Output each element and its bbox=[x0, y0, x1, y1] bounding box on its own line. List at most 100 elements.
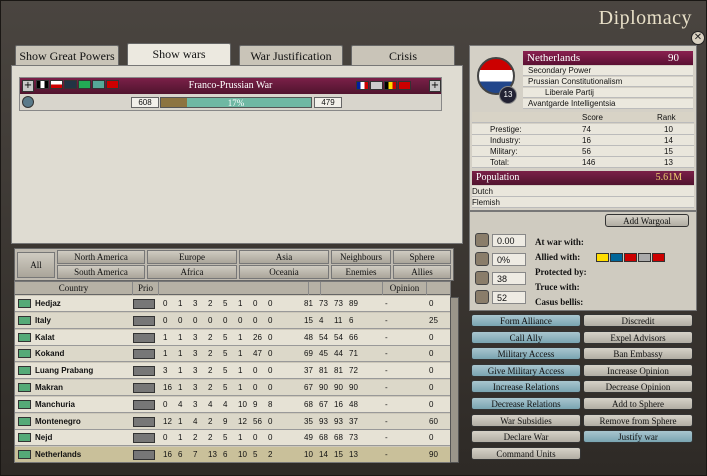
action-remove-from-sphere-button[interactable]: Remove from Sphere bbox=[583, 413, 693, 427]
col-flags bbox=[159, 282, 309, 295]
country-flag-icon bbox=[18, 366, 31, 376]
population-label: Population bbox=[476, 172, 520, 183]
table-cell: 1 bbox=[163, 332, 168, 342]
diplomacy-window: Diplomacy ✕ Show Great Powers Show wars … bbox=[0, 0, 707, 476]
action-decrease-opinion-button[interactable]: Decrease Opinion bbox=[583, 380, 693, 394]
filter-africa[interactable]: Africa bbox=[147, 265, 237, 279]
col-opinion[interactable]: Opinion bbox=[383, 282, 427, 295]
action-decrease-relations-button[interactable]: Decrease Relations bbox=[471, 397, 581, 410]
country-name-cell: Nejd bbox=[35, 433, 53, 443]
priority-indicator[interactable] bbox=[133, 383, 155, 393]
priority-indicator[interactable] bbox=[133, 299, 155, 309]
tab-show-wars[interactable]: Show wars bbox=[127, 43, 231, 67]
close-icon[interactable]: ✕ bbox=[691, 31, 705, 45]
defender-flags bbox=[356, 80, 412, 91]
indicator-icon bbox=[475, 271, 489, 285]
table-cell: 69 bbox=[304, 349, 313, 359]
filter-asia[interactable]: Asia bbox=[239, 250, 329, 264]
table-cell: 6 bbox=[349, 315, 354, 325]
table-cell: 5 bbox=[223, 433, 228, 443]
priority-indicator[interactable] bbox=[133, 332, 155, 343]
table-header: Country Prio Opinion bbox=[15, 282, 450, 295]
col-country[interactable]: Country bbox=[15, 282, 133, 295]
table-cell: 73 bbox=[319, 299, 328, 308]
table-scrollbar[interactable] bbox=[450, 297, 459, 463]
table-cell: 4 bbox=[319, 315, 324, 325]
action-discredit-button[interactable]: Discredit bbox=[583, 314, 693, 327]
relation-cell: 0 bbox=[429, 332, 434, 342]
table-row[interactable]: Hedjaz 0 1 3 2 5 1 0 0 81 73 73 89 - 0 bbox=[15, 296, 450, 312]
country-government: Prussian Constitutionalism bbox=[523, 77, 693, 87]
table-row[interactable]: Luang Prabang 3 1 3 2 5 1 0 0 37 81 81 72-0 bbox=[15, 363, 450, 380]
filter-oceania[interactable]: Oceania bbox=[239, 265, 329, 279]
filter-north-america[interactable]: North America bbox=[57, 250, 145, 264]
priority-indicator[interactable] bbox=[133, 315, 155, 326]
table-cell: 66 bbox=[349, 332, 358, 342]
add-attacker-icon[interactable]: + bbox=[22, 80, 34, 92]
action-expel-advisors-button[interactable]: Expel Advisors bbox=[583, 330, 693, 344]
filter-south-america[interactable]: South America bbox=[57, 265, 145, 279]
table-cell: 37 bbox=[304, 366, 313, 376]
priority-indicator[interactable] bbox=[133, 349, 155, 360]
action-declare-war-button[interactable]: Declare War bbox=[471, 430, 581, 444]
action-give-military-access-button[interactable]: Give Military Access bbox=[471, 363, 581, 377]
table-cell: 90 bbox=[319, 383, 328, 392]
col-prio[interactable]: Prio bbox=[133, 282, 159, 295]
tab-war-justification[interactable]: War Justification bbox=[239, 45, 343, 65]
war-entry[interactable]: Franco-Prussian War + + 608 17% 479 bbox=[19, 77, 442, 111]
table-cell: 67 bbox=[319, 399, 328, 409]
priority-indicator[interactable] bbox=[133, 433, 155, 444]
opinion-cell: - bbox=[385, 349, 388, 359]
filter-neighbours[interactable]: Neighbours bbox=[331, 250, 391, 264]
table-row[interactable]: Makran 16 1 3 2 5 1 0 0 67 90 90 90 - 0 bbox=[15, 380, 450, 396]
table-cell: 16 bbox=[163, 383, 172, 392]
table-cell: 3 bbox=[193, 366, 198, 376]
table-cell: 0 bbox=[178, 315, 183, 325]
action-justify-war-button[interactable]: Justify war bbox=[583, 430, 693, 444]
priority-indicator[interactable] bbox=[133, 399, 155, 410]
table-cell: 10 bbox=[238, 399, 247, 409]
table-row[interactable]: Manchuria 0 4 3 4 4 10 9 8 68 67 16 48-0 bbox=[15, 396, 450, 413]
action-command-units-button[interactable]: Command Units bbox=[471, 446, 581, 460]
table-row[interactable]: Montenegro 12 1 4 2 9 12 56 0 35 93 93 37 - 60 bbox=[15, 413, 450, 430]
table-cell: 90 bbox=[349, 383, 358, 392]
table-row[interactable]: Italy 0 0 0 0 0 0 0 0 15 4 11 6-25 bbox=[15, 312, 450, 329]
action-increase-opinion-button[interactable]: Increase Opinion bbox=[583, 363, 693, 377]
action-military-access-button[interactable]: Military Access bbox=[471, 347, 581, 361]
tab-crisis[interactable]: Crisis bbox=[351, 45, 455, 65]
table-cell: 93 bbox=[334, 416, 343, 426]
action-call-ally-button[interactable]: Call Ally bbox=[471, 330, 581, 344]
country-ideology: Avantgarde Intelligentsia bbox=[523, 99, 693, 109]
action-war-subsidies-button[interactable]: War Subsidies bbox=[471, 413, 581, 427]
table-cell: 4 bbox=[223, 399, 228, 409]
country-name-cell: Hedjaz bbox=[35, 299, 61, 308]
table-cell: 1 bbox=[178, 332, 183, 342]
table-row[interactable]: Kokand 1 1 3 2 5 1 47 0 69 45 44 71-0 bbox=[15, 346, 450, 363]
priority-indicator[interactable] bbox=[133, 366, 155, 377]
priority-indicator[interactable] bbox=[133, 450, 155, 461]
filter-sphere[interactable]: Sphere bbox=[393, 250, 451, 264]
add-defender-icon[interactable]: + bbox=[429, 80, 441, 92]
action-form-alliance-button[interactable]: Form Alliance bbox=[471, 314, 581, 327]
filter-europe[interactable]: Europe bbox=[147, 250, 237, 264]
table-cell: 3 bbox=[193, 299, 198, 308]
table-row[interactable]: Netherlands 16 6 7 13 6 10 5 2 10 14 15 13-90 bbox=[15, 447, 450, 462]
action-ban-embassy-button[interactable]: Ban Embassy bbox=[583, 347, 693, 361]
table-row[interactable]: Nejd 0 1 2 2 5 1 0 0 49 68 68 73-0 bbox=[15, 430, 450, 447]
action-increase-relations-button[interactable]: Increase Relations bbox=[471, 380, 581, 394]
action-add-to-sphere-button[interactable]: Add to Sphere bbox=[583, 397, 693, 410]
priority-indicator[interactable] bbox=[133, 416, 155, 427]
stat-row: Total: 146 13 bbox=[472, 157, 694, 168]
table-row[interactable]: Kalat 1 1 3 2 5 1 26 0 48 54 54 66-0 bbox=[15, 329, 450, 346]
filter-allies[interactable]: Allies bbox=[393, 265, 451, 279]
filter-all[interactable]: All bbox=[17, 252, 55, 278]
stat-rank: 10 bbox=[664, 125, 673, 134]
stat-score: 56 bbox=[582, 147, 591, 156]
indicator-value: 52 bbox=[492, 291, 526, 304]
opinion-cell: - bbox=[385, 332, 388, 342]
filter-enemies[interactable]: Enemies bbox=[331, 265, 391, 279]
population-bar: Population 5.61M bbox=[472, 171, 694, 185]
table-cell: 68 bbox=[334, 433, 343, 443]
tab-great-powers[interactable]: Show Great Powers bbox=[15, 45, 119, 65]
add-wargoal-button[interactable]: Add Wargoal bbox=[605, 214, 689, 227]
